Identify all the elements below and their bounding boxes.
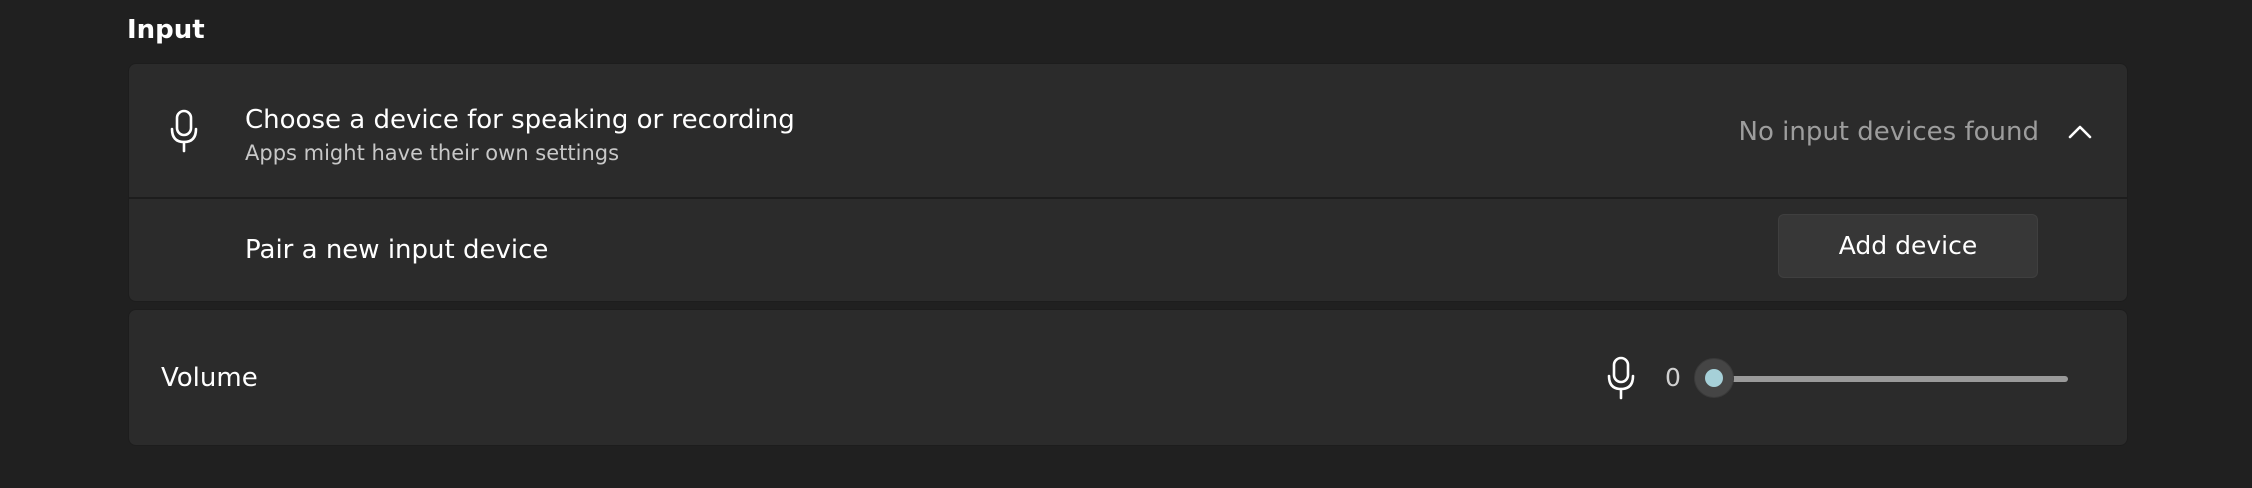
input-device-card: Choose a device for speaking or recordin…	[128, 63, 2128, 302]
volume-value: 0	[1665, 363, 1681, 392]
input-device-status: No input devices found	[1738, 117, 2040, 147]
volume-slider-thumb[interactable]	[1694, 358, 1734, 398]
microphone-icon	[1607, 356, 1635, 400]
microphone-icon	[170, 109, 198, 153]
volume-label: Volume	[161, 363, 258, 393]
add-device-button[interactable]: Add device	[1778, 214, 2038, 278]
pair-input-device-label: Pair a new input device	[245, 235, 549, 265]
chevron-up-icon[interactable]	[2063, 115, 2097, 149]
volume-slider[interactable]	[1694, 358, 2074, 398]
input-device-subtitle: Apps might have their own settings	[245, 141, 620, 165]
pair-input-device-row: Pair a new input device Add device	[129, 199, 2127, 301]
volume-slider-track[interactable]	[1704, 376, 2068, 382]
volume-card: Volume 0	[128, 309, 2128, 446]
choose-input-device-row[interactable]: Choose a device for speaking or recordin…	[129, 64, 2127, 199]
section-title: Input	[127, 15, 205, 45]
input-device-title: Choose a device for speaking or recordin…	[245, 105, 795, 135]
